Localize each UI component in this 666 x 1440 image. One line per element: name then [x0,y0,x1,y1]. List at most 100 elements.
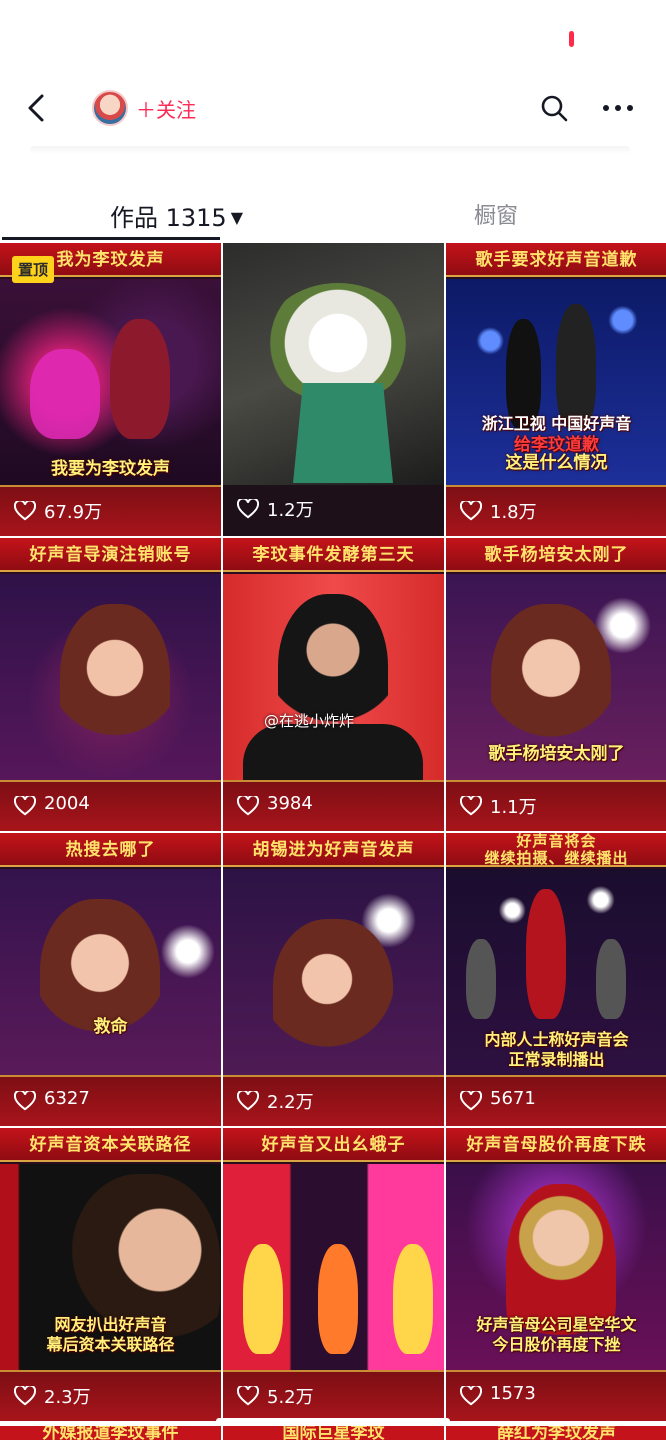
like-count: 5.2万 [267,1387,314,1408]
status-bar [0,0,666,70]
likes-bar: 2004 [0,780,221,831]
video-banner-title: 好声音将会 继续拍摄、继续播出 [446,833,666,867]
likes-bar: 5.2万 [223,1370,444,1421]
more-icon[interactable] [602,104,634,112]
like-count: 1.1万 [490,797,537,818]
heart-icon [460,1091,482,1111]
heart-icon [460,796,482,816]
video-grid: 置顶 我为李玟发声 我要为李玟发声 67.9万 1.2万 歌手要求好声音道歉 浙… [0,243,666,1421]
heart-icon [14,1091,36,1111]
tab-shop[interactable]: 橱窗 [474,198,518,230]
video-thumbnail [223,574,444,780]
tab-active-indicator [2,237,220,240]
video-banner-title: 胡锡进为好声音发声 [223,833,444,867]
heart-icon [460,501,482,521]
video-caption: 救命 [93,1017,128,1037]
video-card[interactable]: 1.2万 [223,243,444,536]
video-caption: 浙江卫视 中国好声音 [481,414,632,433]
likes-bar: 67.9万 [0,485,221,536]
likes-bar: 2.3万 [0,1370,221,1421]
home-indicator [216,1418,450,1424]
weibo-watermark: @在逃小炸炸 [264,712,355,730]
video-thumbnail [0,574,221,780]
like-count: 2004 [44,793,90,814]
heart-icon [460,1386,482,1406]
video-banner-title: 好声音资本关联路径 [0,1128,221,1162]
video-banner-title: 好声音又出幺蛾子 [223,1128,444,1162]
likes-bar: 1573 [446,1370,666,1421]
video-banner-title: 李玟事件发酵第三天 [223,538,444,572]
video-banner-title[interactable]: 外媒报道李玟事件 [0,1426,221,1440]
like-count: 2.2万 [267,1092,314,1113]
video-card[interactable]: 好声音母股价再度下跌 好声音母公司星空华文 今日股价再度下挫 1573 [446,1128,666,1421]
video-card[interactable]: 好声音资本关联路径 网友扒出好声音 幕后资本关联路径 2.3万 [0,1128,221,1421]
like-count: 3984 [267,793,313,814]
likes-bar: 1.8万 [446,485,666,536]
video-card[interactable]: 歌手杨培安太刚了 歌手杨培安太刚了 1.1万 [446,538,666,831]
video-banner-title: 好声音导演注销账号 [0,538,221,572]
video-card[interactable]: 好声音将会 继续拍摄、继续播出 内部人士称好声音会 正常录制播出 5671 [446,833,666,1126]
video-card[interactable]: 好声音又出幺蛾子 5.2万 [223,1128,444,1421]
video-card[interactable]: 李玟事件发酵第三天 3984 [223,538,444,831]
likes-bar: 6327 [0,1075,221,1126]
likes-bar: 2.2万 [223,1075,444,1126]
like-count: 1.2万 [267,500,314,521]
video-caption: 好声音母公司星空华文 [476,1315,637,1334]
heart-icon [14,1386,36,1406]
video-banner-title[interactable]: 薛红为李玟发声 [446,1426,666,1440]
like-count: 1573 [490,1383,536,1404]
like-count: 67.9万 [44,502,103,523]
back-arrow-icon[interactable] [22,90,52,126]
video-banner-title: 热搜去哪了 [0,833,221,867]
like-count: 2.3万 [44,1387,91,1408]
video-banner-title[interactable]: 国际巨星李玟 [223,1426,444,1440]
follow-button[interactable]: ＋关注 [136,94,196,123]
video-banner-title: 歌手杨培安太刚了 [446,538,666,572]
search-icon[interactable] [540,94,568,122]
video-banner-title: 好声音母股价再度下跌 [446,1128,666,1162]
video-card[interactable]: 热搜去哪了 救命 6327 [0,833,221,1126]
video-caption: 我要为李玟发声 [51,459,170,479]
likes-bar: 3984 [223,780,444,831]
likes-bar: 5671 [446,1075,666,1126]
tab-bar: 作品 1315 ▼ 橱窗 [0,150,666,250]
likes-bar: 1.1万 [446,780,666,831]
like-count: 6327 [44,1088,90,1109]
heart-icon [14,501,36,521]
video-caption-line2: 正常录制播出 [508,1050,605,1069]
top-bar: ＋关注 [0,70,666,150]
heart-icon [237,1386,259,1406]
heart-icon [237,796,259,816]
pinned-badge: 置顶 [12,256,55,283]
video-banner-line2: 继续拍摄、继续播出 [484,849,629,867]
caret-down-icon: ▼ [230,208,244,227]
avatar[interactable] [92,90,128,126]
heart-icon [237,1091,259,1111]
video-caption: 歌手杨培安太刚了 [488,744,625,764]
video-caption: 内部人士称好声音会 [484,1030,629,1049]
video-caption: 网友扒出好声音 [54,1315,167,1334]
video-thumbnail [0,869,221,1075]
tab-works[interactable]: 作品 1315 ▼ [110,198,243,233]
like-count: 1.8万 [490,502,537,523]
video-card[interactable]: 置顶 我为李玟发声 我要为李玟发声 67.9万 [0,243,221,536]
like-count: 5671 [490,1088,536,1109]
video-banner-title: 歌手要求好声音道歉 [446,243,666,277]
likes-bar: 1.2万 [223,485,444,536]
video-thumbnail [223,243,444,485]
recording-indicator [569,31,574,47]
heart-icon [14,796,36,816]
video-thumbnail [223,1164,444,1370]
video-banner-line1: 好声音将会 [516,833,597,850]
video-caption-line2: 幕后资本关联路径 [46,1335,175,1354]
video-card[interactable]: 胡锡进为好声音发声 2.2万 [223,833,444,1126]
video-thumbnail [223,869,444,1075]
video-caption-line2: 今日股价再度下挫 [492,1335,621,1354]
heart-icon [237,499,259,519]
tab-works-label: 作品 1315 [110,204,227,232]
video-card[interactable]: 好声音导演注销账号 2004 [0,538,221,831]
partial-video-row: 外媒报道李玟事件 国际巨星李玟 薛红为李玟发声 [0,1426,666,1440]
video-thumbnail [0,279,221,485]
video-card[interactable]: 歌手要求好声音道歉 浙江卫视 中国好声音 给李玟道歉 这是什么情况 1.8万 [446,243,666,536]
video-caption-line3: 这是什么情况 [505,453,608,473]
